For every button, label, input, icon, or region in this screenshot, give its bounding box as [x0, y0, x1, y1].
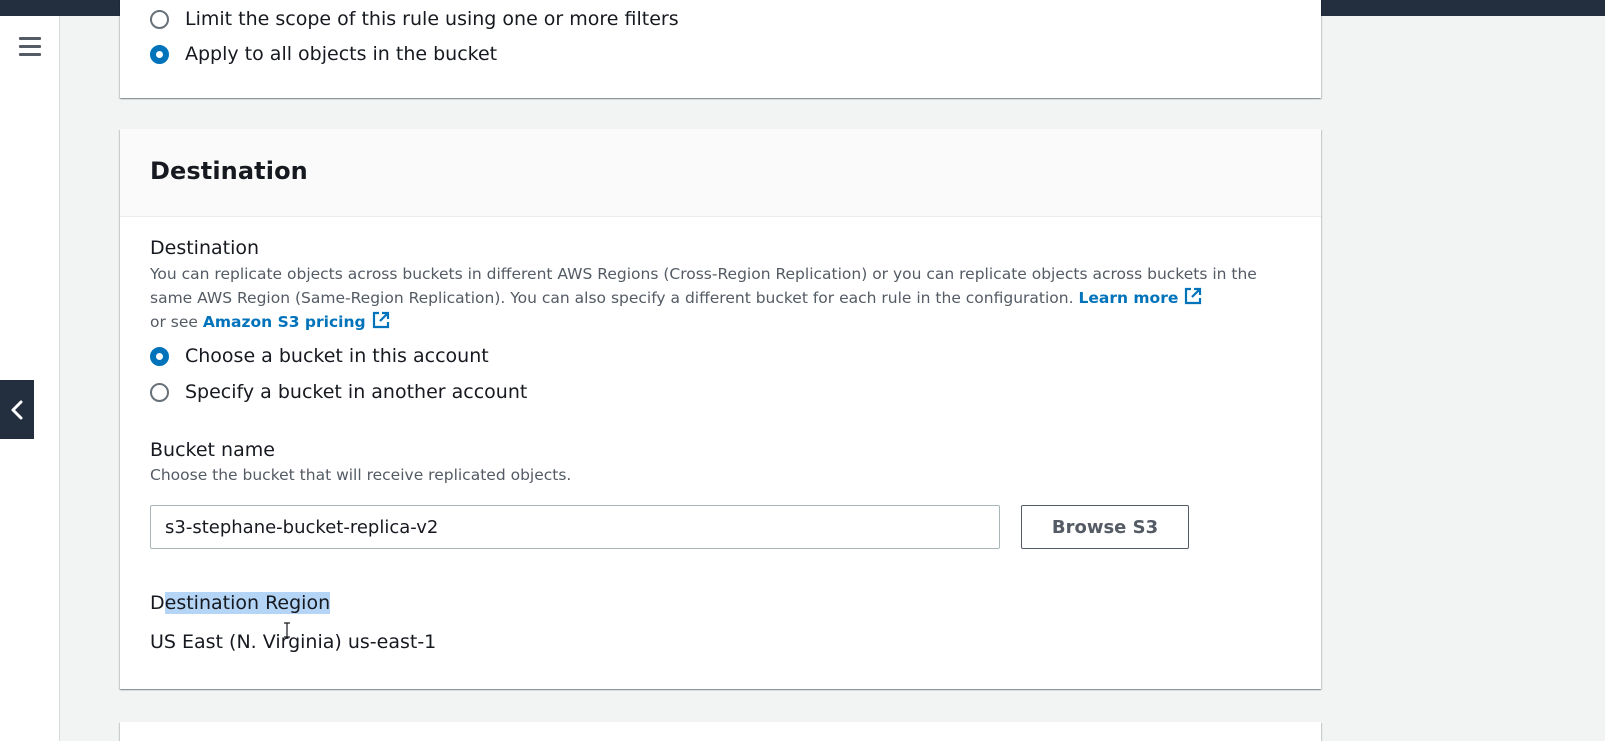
destination-region-value: US East (N. Virginia) us-east-1	[150, 631, 437, 653]
destination-panel: Destination Destination You can replicat…	[120, 129, 1321, 689]
text-cursor-icon	[284, 622, 290, 638]
radio-option-other-account[interactable]: Specify a bucket in another account	[150, 381, 527, 403]
radio-button-this-account[interactable]	[150, 346, 169, 366]
hamburger-menu-icon[interactable]	[19, 37, 41, 56]
radio-label-other-account: Specify a bucket in another account	[185, 381, 528, 403]
left-navigation-rail	[0, 16, 60, 741]
radio-button-other-account[interactable]	[150, 382, 169, 402]
radio-option-filters[interactable]: Limit the scope of this rule using one o…	[150, 8, 679, 30]
collapse-panel-button[interactable]	[0, 380, 34, 439]
chevron-left-icon	[11, 400, 23, 419]
destination-field-label: Destination	[150, 237, 260, 259]
next-panel	[120, 722, 1321, 741]
radio-button-filters[interactable]	[150, 9, 169, 29]
or-see-text: or see	[150, 313, 198, 331]
amazon-s3-pricing-link[interactable]: Amazon S3 pricing	[202, 311, 391, 331]
radio-option-this-account[interactable]: Choose a bucket in this account	[150, 345, 489, 367]
bucket-name-input[interactable]	[150, 505, 1000, 549]
destination-region-label: Destination Region	[150, 592, 331, 614]
radio-label-this-account: Choose a bucket in this account	[185, 345, 489, 367]
learn-more-link[interactable]: Learn more	[1078, 287, 1203, 307]
bucket-name-label: Bucket name	[150, 439, 275, 461]
region-label-selected-text: estination Region	[164, 592, 331, 614]
region-label-first-char: D	[150, 592, 165, 614]
learn-more-link-label: Learn more	[1078, 289, 1179, 307]
external-link-icon	[1185, 287, 1202, 305]
radio-button-all-objects[interactable]	[150, 44, 169, 64]
bucket-name-description: Choose the bucket that will receive repl…	[150, 466, 572, 484]
radio-option-all-objects[interactable]: Apply to all objects in the bucket	[150, 43, 497, 65]
radio-label-filters: Limit the scope of this rule using one o…	[185, 8, 679, 30]
pricing-link-label: Amazon S3 pricing	[202, 313, 366, 331]
filter-scope-panel: Limit the scope of this rule using one o…	[120, 0, 1321, 98]
destination-panel-header: Destination	[120, 129, 1321, 217]
destination-description: You can replicate objects across buckets…	[150, 262, 1290, 334]
radio-label-all-objects: Apply to all objects in the bucket	[185, 43, 498, 65]
browse-s3-button[interactable]: Browse S3	[1021, 505, 1189, 549]
external-link-icon	[372, 311, 389, 329]
destination-panel-title: Destination	[150, 157, 308, 185]
